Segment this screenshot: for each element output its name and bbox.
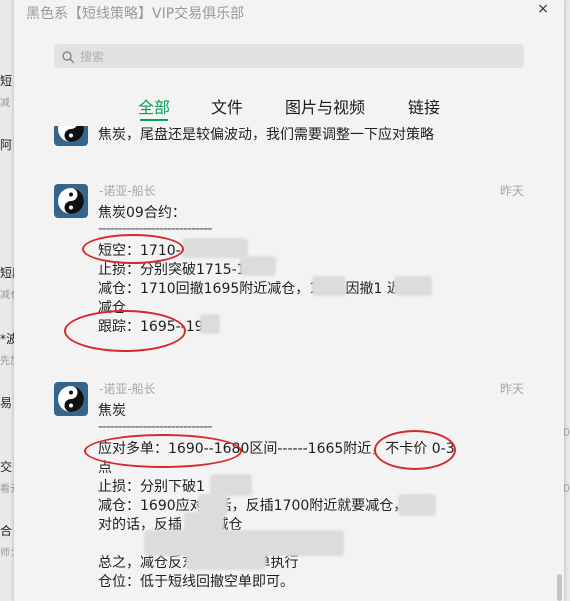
bg-fragment: 师： bbox=[0, 548, 14, 559]
search-bar[interactable] bbox=[54, 44, 524, 68]
message-time: 昨天 bbox=[499, 184, 524, 198]
tab-bar: 全部 文件 图片与视频 链接 bbox=[14, 94, 564, 124]
message-line: 短空：1710--1 bbox=[98, 243, 195, 259]
message-line: 止损：分别下破1 bbox=[98, 479, 205, 495]
message-text: 焦炭，尾盘还是较偏波动，我们需要调整一下应对策略 bbox=[98, 127, 434, 143]
window-title: 黑色系【短线策略】VIP交易俱乐部 bbox=[26, 6, 245, 22]
bg-fragment: 易 bbox=[0, 396, 13, 410]
sender-name: -诺亚-船长 bbox=[99, 382, 156, 396]
message-item: 焦炭，尾盘还是较偏波动，我们需要调整一下应对策略 bbox=[14, 126, 564, 146]
yin-yang-icon bbox=[58, 188, 84, 214]
search-icon bbox=[61, 49, 75, 64]
message-line: ---------------------------- bbox=[98, 419, 212, 435]
bg-fragment: 先加 bbox=[0, 356, 14, 367]
bg-fragment: *波 bbox=[0, 332, 14, 346]
message-line: 焦炭 bbox=[98, 403, 126, 419]
message-line: 焦炭09合约： bbox=[98, 205, 186, 221]
message-line: 减仓 bbox=[98, 300, 126, 316]
avatar bbox=[54, 126, 88, 146]
search-input[interactable] bbox=[78, 46, 512, 68]
message-line: 总之，减仓反东 点区间减单执行 bbox=[98, 555, 299, 571]
background-app-right: 10 10 bbox=[556, 0, 570, 601]
message-line: 对的话，反插 附近减仓 bbox=[98, 517, 243, 533]
yin-yang-icon bbox=[58, 126, 84, 142]
message-line: 仓位：低于短线回撤空单即可。 bbox=[98, 574, 294, 590]
message-list[interactable]: 焦炭，尾盘还是较偏波动，我们需要调整一下应对策略 -诺亚-船长 昨天 焦炭09合… bbox=[14, 126, 564, 601]
bg-fragment: 减 bbox=[0, 98, 10, 109]
avatar bbox=[54, 382, 88, 416]
bg-fragment: 短 bbox=[0, 74, 13, 88]
bg-fragment: 阿 bbox=[0, 138, 13, 152]
message-line: 点 bbox=[98, 460, 112, 476]
tab-files[interactable]: 文件 bbox=[211, 94, 243, 118]
tab-all[interactable]: 全部 bbox=[138, 94, 170, 121]
message-line: 减仓：1690应对的话，反插1700附近就要减仓， 应 bbox=[98, 498, 426, 514]
tab-links[interactable]: 链接 bbox=[408, 94, 440, 118]
bg-fragment: 减仓 bbox=[0, 290, 14, 301]
message-line: 应对多单：1690--1680区间------1665附近，不卡价 0-3 bbox=[98, 441, 455, 457]
redaction bbox=[210, 474, 252, 496]
message-time: 昨天 bbox=[499, 382, 524, 396]
message-item: -诺亚-船长 昨天 焦炭 ---------------------------… bbox=[14, 380, 564, 601]
scrollbar-thumb[interactable] bbox=[557, 574, 562, 601]
background-app-left: 短 减 阿 短段 减仓 *波 先加 易 交 看元 合 师： bbox=[0, 0, 14, 601]
tab-media[interactable]: 图片与视频 bbox=[285, 94, 365, 118]
close-button[interactable]: × bbox=[532, 0, 554, 18]
bg-fragment: 合 bbox=[0, 524, 13, 538]
bg-fragment: 看元 bbox=[0, 484, 14, 495]
chat-history-window: 黑色系【短线策略】VIP交易俱乐部 × 全部 文件 图片与视频 链接 焦炭，尾盘… bbox=[14, 0, 564, 601]
message-line: 止损：分别突破1715-1 bbox=[98, 262, 246, 278]
message-line: 跟踪：1695--19 bbox=[98, 319, 204, 335]
sender-name: -诺亚-船长 bbox=[99, 184, 156, 198]
message-item: -诺亚-船长 昨天 焦炭09合约： ----------------------… bbox=[14, 182, 564, 352]
bg-fragment: 短段 bbox=[0, 266, 14, 280]
message-line: ---------------------------- bbox=[98, 221, 212, 237]
avatar bbox=[54, 184, 88, 218]
yin-yang-icon bbox=[58, 386, 84, 412]
message-line: 减仓：1710回撤1695附近减仓，17 近因撤1 近 bbox=[98, 281, 401, 297]
bg-fragment: 交 bbox=[0, 460, 13, 474]
